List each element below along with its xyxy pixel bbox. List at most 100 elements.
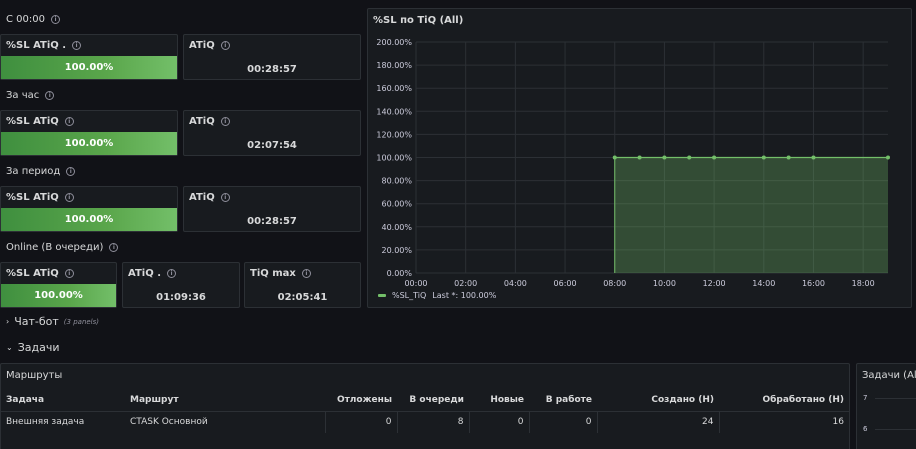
y-tick-label: 140.00% (376, 107, 412, 116)
x-tick-label: 00:00 (404, 279, 427, 288)
cell-postponed: 0 (324, 411, 397, 433)
legend-swatch-icon (378, 294, 386, 297)
info-icon[interactable]: i (72, 41, 82, 50)
column-header-route[interactable]: Маршрут (125, 389, 325, 412)
info-icon[interactable]: i (220, 193, 230, 202)
x-tick-label: 06:00 (554, 279, 577, 288)
row-title: Чат-бот (14, 315, 59, 328)
stat-panel-sl-atiq-online[interactable]: %SL ATiQ i 100.00% (0, 262, 117, 308)
row-chatbot[interactable]: › Чат-бот (3 panels) (6, 315, 99, 328)
series-point (687, 155, 692, 160)
panel-title: Задачи (All) (862, 370, 916, 381)
panel-title: TiQ max i (250, 268, 311, 279)
info-icon[interactable]: i (64, 117, 74, 126)
panel-title-text: ATiQ (189, 116, 215, 127)
panel-title-text: TiQ max (250, 268, 296, 279)
x-tick-label: 04:00 (504, 279, 527, 288)
section-title-text: За час (6, 90, 40, 101)
series-point (662, 155, 667, 160)
section-title-text: С 00:00 (6, 14, 45, 25)
series-point (886, 155, 890, 160)
chevron-right-icon: › (6, 317, 10, 326)
stat-value-sl: 100.00% (1, 56, 177, 79)
panel-title: %SL ATiQ i (6, 268, 74, 279)
y-tick-label: 0.00% (387, 269, 413, 278)
stat-value-tiq-max: 02:05:41 (277, 292, 328, 303)
stat-panel-tiq-max-online[interactable]: TiQ max i 02:05:41 (244, 262, 361, 308)
panel-title: Маршруты (6, 370, 62, 381)
y-tick-label: 20.00% (381, 246, 412, 255)
routes-table: Задача Маршрут Отложены В очереди Новые … (1, 389, 849, 433)
chart-panel-sl-tiq[interactable]: %SL по TiQ (All) 0.00% 20.00% 40.00% 60.00%… (367, 8, 912, 308)
column-header-in-queue[interactable]: В очереди (397, 389, 469, 412)
panel-title: %SL ATiQ . i (6, 40, 82, 51)
chart-plot: 0.00% 20.00% 40.00% 60.00% 80.00% 100.00% 120.… (376, 38, 890, 288)
panel-title-text: %SL ATiQ . (6, 40, 67, 51)
info-icon[interactable]: i (220, 41, 230, 50)
column-header-postponed[interactable]: Отложены (325, 389, 397, 412)
x-tick-label: 02:00 (454, 279, 477, 288)
stat-value-atiq: 02:07:54 (247, 140, 297, 151)
y-tick-label: 180.00% (376, 61, 412, 70)
panel-title-text: Маршруты (6, 370, 63, 381)
stat-panel-atiq-online[interactable]: ATiQ . i 01:09:36 (122, 262, 240, 308)
info-icon[interactable]: i (64, 269, 74, 278)
cell-task: Внешняя задача (6, 417, 85, 428)
info-icon[interactable]: i (301, 269, 311, 278)
column-header-in-work[interactable]: В работе (529, 389, 597, 412)
info-icon[interactable]: i (45, 91, 55, 100)
stat-value-atiq: 01:09:36 (156, 292, 206, 303)
panel-title: ATiQ i (189, 116, 230, 127)
routes-table-panel[interactable]: Маршруты Задача Маршрут Отложены В очере… (0, 363, 850, 449)
stat-panel-atiq-hour[interactable]: ATiQ i 02:07:54 (183, 110, 361, 156)
cell-created: 24 (596, 411, 719, 433)
section-title-per-period: За период i (6, 166, 76, 177)
table-row[interactable]: Внешняя задача CTASK Основной 0 8 0 0 24… (1, 411, 849, 433)
chevron-down-icon: ⌄ (6, 343, 13, 352)
series-point (637, 155, 642, 160)
stat-value-sl: 100.00% (1, 132, 177, 155)
section-title-online: Online (В очереди) i (6, 242, 119, 253)
info-icon[interactable]: i (64, 193, 74, 202)
stat-panel-sl-atiq-period[interactable]: %SL ATiQ i 100.00% (0, 186, 178, 232)
stat-panel-atiq-today[interactable]: ATiQ i 00:28:57 (183, 34, 361, 80)
panel-title: %SL ATiQ i (6, 192, 74, 203)
y-tick-label: 120.00% (376, 130, 412, 139)
stat-panel-sl-atiq-today[interactable]: %SL ATiQ . i 100.00% (0, 34, 178, 80)
x-tick-label: 12:00 (703, 279, 726, 288)
y-tick-label: 80.00% (381, 177, 412, 186)
stat-value-atiq: 00:28:57 (247, 216, 297, 227)
column-header-created[interactable]: Создано (Н) (597, 389, 719, 412)
x-tick-label: 08:00 (603, 279, 626, 288)
y-tick-label: 40.00% (381, 223, 412, 232)
column-header-new[interactable]: Новые (469, 389, 529, 412)
info-icon[interactable]: i (109, 243, 119, 252)
info-icon[interactable]: i (220, 117, 230, 126)
tasks-chart-panel[interactable]: Задачи (All) 7 6 (856, 363, 916, 449)
panel-title-text: %SL ATiQ (6, 268, 59, 279)
section-title-text: За период (6, 166, 61, 177)
panel-title: ATiQ . i (128, 268, 176, 279)
row-tasks[interactable]: ⌄ Задачи (6, 341, 60, 354)
panel-title-text: %SL ATiQ (6, 116, 59, 127)
info-icon[interactable]: i (50, 15, 60, 24)
cell-route: CTASK Основной (130, 417, 208, 428)
stat-panel-sl-atiq-hour[interactable]: %SL ATiQ i 100.00% (0, 110, 178, 156)
chart-legend[interactable]: %SL_TiQ Last *: 100.00% (378, 291, 496, 300)
cell-in-work: 0 (528, 411, 597, 433)
column-header-processed[interactable]: Обработано (Н) (719, 389, 849, 412)
x-tick-label: 10:00 (653, 279, 676, 288)
y-tick-label: 200.00% (376, 38, 412, 47)
panel-title-text: ATiQ (189, 192, 215, 203)
stat-panel-atiq-period[interactable]: ATiQ i 00:28:57 (183, 186, 361, 232)
y-tick-label: 7 (863, 394, 868, 402)
legend-last-value: Last *: 100.00% (432, 291, 497, 300)
panel-title: ATiQ i (189, 192, 230, 203)
stat-value-sl: 100.00% (1, 208, 177, 231)
series-area (614, 157, 888, 273)
stat-value-atiq: 00:28:57 (247, 64, 297, 75)
column-header-task[interactable]: Задача (1, 389, 125, 412)
panel-title-text: Задачи (All) (862, 370, 916, 381)
info-icon[interactable]: i (167, 269, 176, 278)
info-icon[interactable]: i (66, 167, 76, 176)
